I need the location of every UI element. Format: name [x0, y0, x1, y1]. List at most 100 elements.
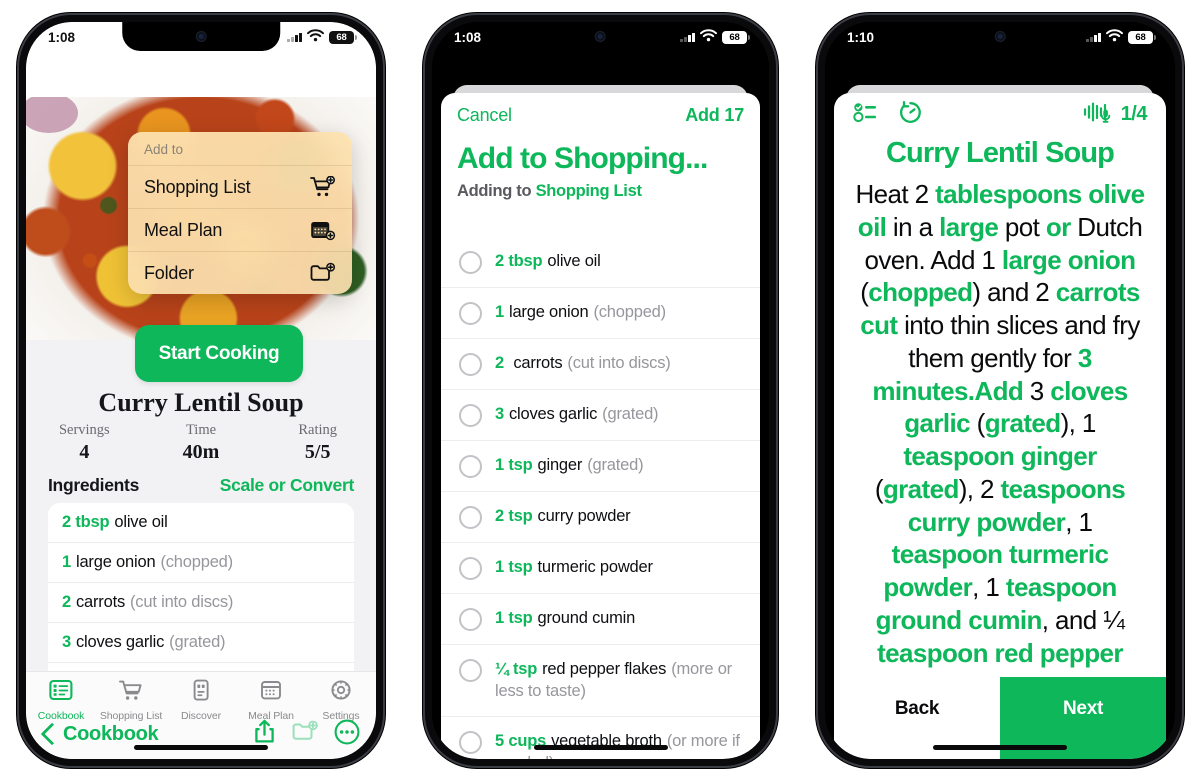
context-menu-item-shopping-list[interactable]: Shopping List	[128, 165, 352, 208]
ingredient-name: large onion	[75, 553, 156, 571]
step-plain: ), 2	[958, 473, 1001, 504]
add-items-button[interactable]: Add 17	[685, 105, 744, 126]
list-item[interactable]: 2 tsp curry powder	[441, 492, 760, 543]
status-time: 1:08	[48, 29, 76, 45]
checkbox-circle-icon[interactable]	[459, 353, 482, 376]
calendar-icon	[258, 679, 284, 706]
item-qty: 1 tsp	[495, 558, 533, 576]
phone-2-add-to-shopping: Cancel Add 17 Add to Shopping... Adding …	[423, 13, 778, 768]
checkbox-circle-icon[interactable]	[459, 455, 482, 478]
voice-waveform-mic-icon[interactable]	[1083, 100, 1117, 129]
step-counter: 1/4	[1120, 102, 1148, 125]
meta-rating: Rating 5/5	[259, 422, 376, 464]
step-plain: (	[970, 408, 986, 439]
list-item[interactable]: 1 tsp ground cumin	[441, 594, 760, 645]
context-menu-label: Folder	[144, 262, 194, 283]
ingredient-row[interactable]: 2 carrots (cut into discs)	[48, 583, 354, 623]
list-item[interactable]: 2 carrots (cut into discs)	[441, 339, 760, 390]
item-qty: 2	[495, 354, 504, 372]
context-menu-item-folder[interactable]: Folder	[128, 251, 352, 294]
step-highlight: grated	[882, 473, 959, 504]
checkbox-circle-icon[interactable]	[459, 506, 482, 529]
status-time: 1:08	[454, 29, 482, 45]
ingredient-note: (grated)	[169, 633, 226, 651]
phone-2-screen: Cancel Add 17 Add to Shopping... Adding …	[432, 22, 769, 759]
item-name: olive oil	[547, 252, 601, 270]
list-item[interactable]: 5 cupsvegetable broth(or more if needed)	[441, 717, 760, 759]
item-qty: 3	[495, 405, 504, 423]
share-icon[interactable]	[253, 719, 276, 749]
checkbox-circle-icon[interactable]	[459, 608, 482, 631]
cook-mode-screen: 1/4 Curry Lentil Soup Heat 2 tablespoons…	[825, 22, 1175, 759]
item-note: (grated)	[602, 405, 659, 423]
scale-or-convert-button[interactable]: Scale or Convert	[220, 475, 355, 496]
ingredient-qty: 3	[62, 633, 71, 651]
step-plain: , 1	[972, 572, 1006, 602]
item-name: large onion	[508, 303, 589, 321]
ingredient-qty: 2 tbsp	[62, 513, 110, 531]
list-item[interactable]: 1 tsp ginger (grated)	[441, 441, 760, 492]
ingredient-name: olive oil	[114, 513, 168, 531]
phone-3-screen: 1/4 Curry Lentil Soup Heat 2 tablespoons…	[825, 22, 1175, 759]
folder-add-icon[interactable]	[292, 720, 318, 748]
step-highlight: teaspoon red pepper	[877, 637, 1123, 668]
list-item[interactable]: 1 tsp turmeric powder	[441, 543, 760, 594]
step-plain: in a	[886, 211, 940, 242]
checkbox-circle-icon[interactable]	[459, 659, 482, 682]
ingredient-row[interactable]: 2 tbsp olive oil	[48, 503, 354, 543]
ingredient-name: carrots	[75, 593, 126, 611]
timer-icon[interactable]	[897, 99, 924, 130]
shopping-items-list: 2 tbsp olive oil 1 large onion (chopped) 2 …	[441, 237, 760, 759]
item-note: (chopped)	[593, 303, 666, 321]
ingredient-row[interactable]: 1 large onion (chopped)	[48, 543, 354, 583]
checkbox-circle-icon[interactable]	[459, 251, 482, 274]
add-to-context-menu[interactable]: Add to Shopping List Meal Plan Folder	[128, 132, 352, 294]
list-item[interactable]: 1 large onion (chopped)	[441, 288, 760, 339]
step-plain: ), 1	[1060, 408, 1097, 439]
cookbook-list-icon	[48, 679, 74, 706]
cancel-button[interactable]: Cancel	[457, 105, 512, 126]
add-to-shopping-modal-screen: Cancel Add 17 Add to Shopping... Adding …	[432, 22, 769, 759]
phone-3-bezel: 1/4 Curry Lentil Soup Heat 2 tablespoons…	[825, 22, 1175, 759]
checkbox-circle-icon[interactable]	[459, 557, 482, 580]
ingredient-name: cloves garlic	[75, 633, 165, 651]
checkbox-circle-icon[interactable]	[459, 302, 482, 325]
phone-3-cooking-step: 1/4 Curry Lentil Soup Heat 2 tablespoons…	[816, 13, 1184, 768]
phone-2-bezel: Cancel Add 17 Add to Shopping... Adding …	[432, 22, 769, 759]
back-chevron-icon[interactable]	[42, 723, 55, 745]
nav-back-label[interactable]: Cookbook	[63, 723, 159, 746]
list-item[interactable]: ¼ tsp red pepper flakes (more or less to t…	[441, 645, 760, 717]
checkbox-circle-icon[interactable]	[459, 404, 482, 427]
folder-add-icon	[310, 262, 336, 284]
item-name: ground cumin	[537, 609, 636, 627]
cart-add-icon	[310, 176, 336, 198]
start-cooking-button[interactable]: Start Cooking	[135, 325, 303, 382]
item-name: red pepper flakes	[542, 660, 667, 678]
step-plain: pot	[998, 211, 1046, 242]
nav-row: Cookbook	[26, 714, 376, 754]
meta-time: Time 40m	[143, 422, 260, 464]
item-name: curry powder	[537, 507, 631, 525]
more-ellipsis-icon[interactable]	[334, 719, 360, 750]
sheet-subtitle: Adding to Shopping List	[441, 178, 760, 211]
cellular-signal-icon	[1086, 32, 1101, 42]
context-menu-item-meal-plan[interactable]: Meal Plan	[128, 208, 352, 251]
cook-mode-toolbar: 1/4	[834, 93, 1166, 135]
checklist-icon[interactable]	[853, 100, 880, 129]
battery-indicator: 68	[329, 30, 358, 44]
checkbox-circle-icon[interactable]	[459, 730, 482, 754]
ingredient-qty: 2	[62, 593, 71, 611]
list-item[interactable]: 2 tbsp olive oil	[441, 237, 760, 288]
context-menu-label: Shopping List	[144, 176, 251, 197]
subtitle-target-list[interactable]: Shopping List	[536, 182, 642, 200]
ingredients-heading: Ingredients	[48, 474, 140, 495]
meta-value: 40m	[182, 441, 220, 463]
list-item[interactable]: 3 cloves garlic (grated)	[441, 390, 760, 441]
ingredient-row[interactable]: 3 cloves garlic (grated)	[48, 623, 354, 663]
meta-label: Servings	[58, 422, 110, 438]
battery-indicator: 68	[722, 30, 751, 44]
cellular-signal-icon	[680, 32, 695, 42]
step-plain: ) and 2	[972, 277, 1056, 308]
step-plain: (	[874, 473, 884, 504]
step-highlight: or	[1045, 211, 1071, 242]
